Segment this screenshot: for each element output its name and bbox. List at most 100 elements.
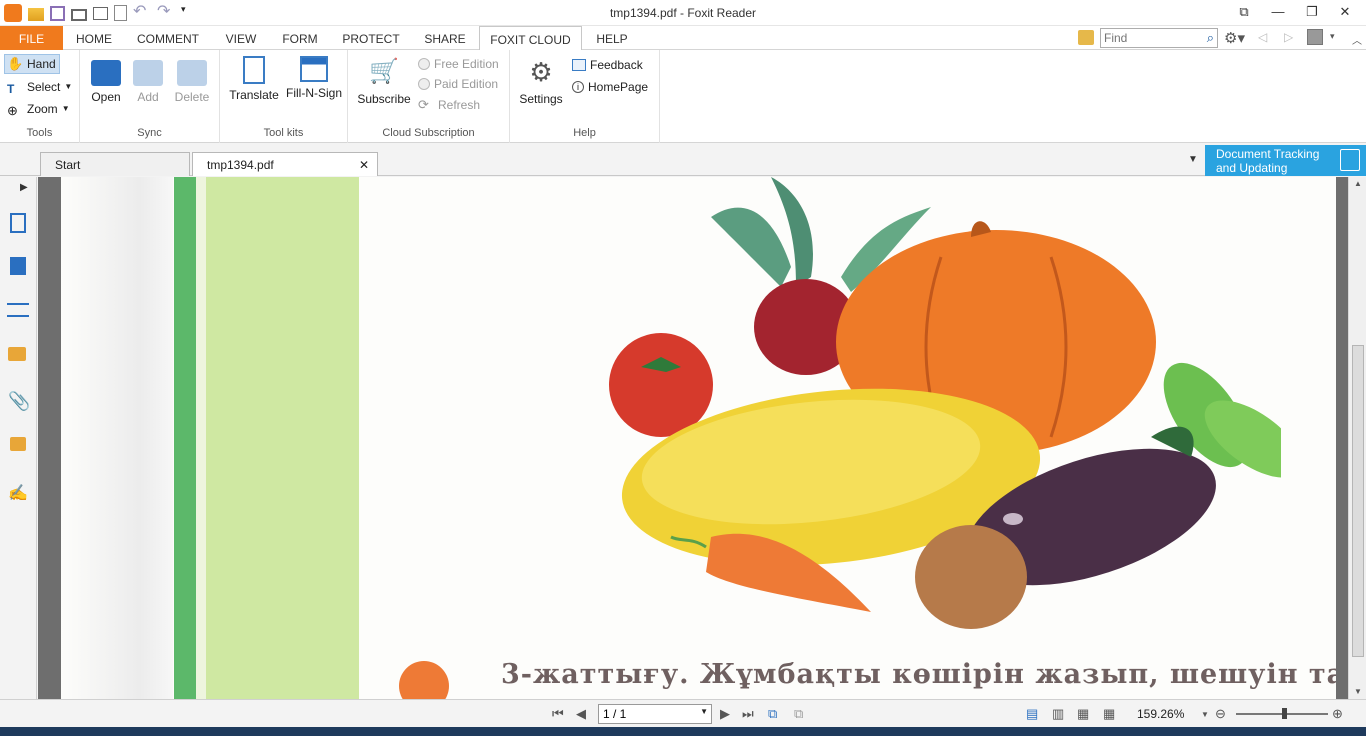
first-page-icon[interactable]: ⏮ <box>552 706 564 722</box>
next-view-icon[interactable]: ⧉ <box>794 706 803 722</box>
document-tracking-banner[interactable]: Document Tracking and Updating <box>1205 145 1366 176</box>
minimize-button[interactable]: — <box>1266 3 1290 21</box>
account-chevron-icon[interactable]: ▾ <box>1330 31 1335 42</box>
tab-file[interactable]: FILE <box>0 26 63 50</box>
bookmarks-icon[interactable] <box>10 257 26 275</box>
layers-icon[interactable] <box>7 303 29 317</box>
close-button[interactable]: ✕ <box>1333 3 1357 21</box>
tab-list-chevron-icon[interactable]: ▼ <box>1188 154 1198 165</box>
zoom-out-icon[interactable]: ⊖ <box>1215 706 1226 722</box>
fill-n-sign-button[interactable]: Fill-N-Sign <box>286 56 342 100</box>
homepage-button[interactable]: i HomePage <box>572 77 648 97</box>
delete-cloud-button[interactable]: Delete <box>172 56 212 104</box>
tab-foxit-cloud[interactable]: FOXIT CLOUD <box>479 26 582 51</box>
security-lock-icon[interactable] <box>10 437 26 451</box>
tab-form[interactable]: FORM <box>274 26 326 50</box>
fill-sign-icon <box>300 56 328 82</box>
refresh-button[interactable]: ⟳ Refresh <box>418 95 480 115</box>
scrollbar-thumb[interactable] <box>1352 345 1364 657</box>
continuous-facing-icon[interactable]: ▦ <box>1103 706 1115 722</box>
select-text-icon: T <box>7 82 15 96</box>
forward-arrow-icon[interactable]: ▷ <box>1284 30 1293 44</box>
chevron-down-icon: ▼ <box>64 82 73 91</box>
zoom-in-icon[interactable]: ⊕ <box>1332 706 1343 722</box>
vertical-scrollbar[interactable]: ▲ ▼ <box>1348 177 1366 699</box>
tab-share[interactable]: SHARE <box>416 26 474 50</box>
free-edition-radio[interactable]: Free Edition <box>418 54 499 74</box>
group-label-toolkits: Tool kits <box>263 127 304 139</box>
group-toolkits: Translate Fill-N-Sign Tool kits <box>220 50 348 143</box>
zoom-slider-thumb[interactable] <box>1281 708 1287 719</box>
previous-view-icon[interactable]: ⧉ <box>768 706 777 722</box>
find-field[interactable]: ⌕ <box>1100 28 1218 48</box>
document-tabs: Start tmp1394.pdf ✕ ▼ <box>0 144 1366 176</box>
tab-help[interactable]: HELP <box>588 26 636 50</box>
tab-document[interactable]: tmp1394.pdf ✕ <box>192 152 378 176</box>
os-taskbar <box>0 727 1366 736</box>
group-help: ⚙ Settings Feedback i HomePage Help <box>510 50 660 143</box>
cloud-delete-icon <box>177 60 207 86</box>
tab-comment[interactable]: COMMENT <box>128 26 208 50</box>
translate-button[interactable]: Translate <box>228 56 280 102</box>
menu-bar: FILE HOME COMMENT VIEW FORM PROTECT SHAR… <box>0 26 1366 51</box>
previous-page-icon[interactable]: ◀ <box>576 706 586 722</box>
group-label-cloud-subscription: Cloud Subscription <box>382 127 475 139</box>
attachments-icon[interactable]: 📎 <box>8 391 32 415</box>
last-page-icon[interactable]: ⏭ <box>742 706 754 722</box>
close-tab-icon[interactable]: ✕ <box>359 153 369 177</box>
comments-icon[interactable] <box>8 347 26 361</box>
paid-edition-radio[interactable]: Paid Edition <box>418 74 498 94</box>
zoom-level[interactable]: 159.26% <box>1137 707 1184 721</box>
back-arrow-icon[interactable]: ◁ <box>1258 30 1267 44</box>
signature-icon[interactable]: ✍ <box>8 483 32 507</box>
scroll-up-icon[interactable]: ▲ <box>1352 179 1364 189</box>
tab-view[interactable]: VIEW <box>218 26 264 50</box>
zoom-icon: ⊕ <box>7 103 18 118</box>
page-chevron-icon[interactable]: ▼ <box>700 707 708 716</box>
restore-button[interactable]: ❐ <box>1300 3 1324 21</box>
title-bar: ↶ ↷ ▾ tmp1394.pdf - Foxit Reader ⧉ — ❐ ✕ <box>0 0 1366 26</box>
open-cloud-button[interactable]: Open <box>88 56 124 104</box>
group-label-sync: Sync <box>137 127 162 139</box>
gear-icon[interactable]: ⚙▾ <box>1224 29 1245 47</box>
layout-icon[interactable]: ⧉ <box>1232 3 1256 21</box>
feedback-icon <box>572 59 586 71</box>
page-number-field[interactable]: ▼ <box>598 704 712 724</box>
next-page-icon[interactable]: ▶ <box>720 706 730 722</box>
find-input[interactable] <box>1101 29 1197 47</box>
strip-gap <box>196 177 206 699</box>
status-bar: ⏮ ◀ ▼ ▶ ⏭ ⧉ ⧉ ▤ ▥ ▦ ▦ 159.26% ▼ ⊖ ⊕ <box>0 699 1366 727</box>
window-title: tmp1394.pdf - Foxit Reader <box>609 6 757 20</box>
info-icon: i <box>572 81 584 93</box>
exercise-text: 3-жаттығу. Жұмбақты көшірін жазып, шешуі… <box>501 659 1336 690</box>
select-button[interactable]: T Select ▼ <box>7 77 72 97</box>
zoom-button[interactable]: ⊕ Zoom ▼ <box>7 99 70 119</box>
single-page-icon[interactable]: ▤ <box>1026 706 1038 722</box>
page-number-input[interactable] <box>599 705 695 723</box>
document-viewer[interactable]: 3-жаттығу. Жұмбақты көшірін жазып, шешуі… <box>38 177 1348 699</box>
refresh-icon: ⟳ <box>418 97 429 112</box>
search-icon[interactable]: ⌕ <box>1207 30 1214 46</box>
account-icon[interactable] <box>1307 29 1323 45</box>
pdf-page: 3-жаттығу. Жұмбақты көшірін жазып, шешуі… <box>61 177 1336 699</box>
tab-home[interactable]: HOME <box>67 26 121 50</box>
continuous-page-icon[interactable]: ▥ <box>1052 706 1064 722</box>
vegetables-illustration <box>609 177 1281 629</box>
group-label-tools: Tools <box>26 127 53 139</box>
add-cloud-button[interactable]: Add <box>132 56 164 104</box>
collapse-ribbon-icon[interactable]: ︿ <box>1352 32 1362 47</box>
settings-button[interactable]: ⚙ Settings <box>516 56 566 106</box>
hand-button[interactable]: ✋ Hand <box>4 54 60 74</box>
expand-panel-icon[interactable]: ▶ <box>20 182 28 193</box>
feedback-button[interactable]: Feedback <box>572 55 643 75</box>
zoom-chevron-icon[interactable]: ▼ <box>1201 710 1209 719</box>
group-label-help: Help <box>573 127 596 139</box>
facing-page-icon[interactable]: ▦ <box>1077 706 1089 722</box>
page-thumbnails-icon[interactable] <box>10 213 26 233</box>
subscribe-button[interactable]: 🛒 Subscribe <box>356 56 412 106</box>
scroll-down-icon[interactable]: ▼ <box>1352 687 1364 697</box>
tab-protect[interactable]: PROTECT <box>336 26 406 50</box>
tab-start[interactable]: Start <box>40 152 190 176</box>
folder-search-icon[interactable] <box>1078 30 1094 45</box>
green-strip <box>174 177 196 699</box>
